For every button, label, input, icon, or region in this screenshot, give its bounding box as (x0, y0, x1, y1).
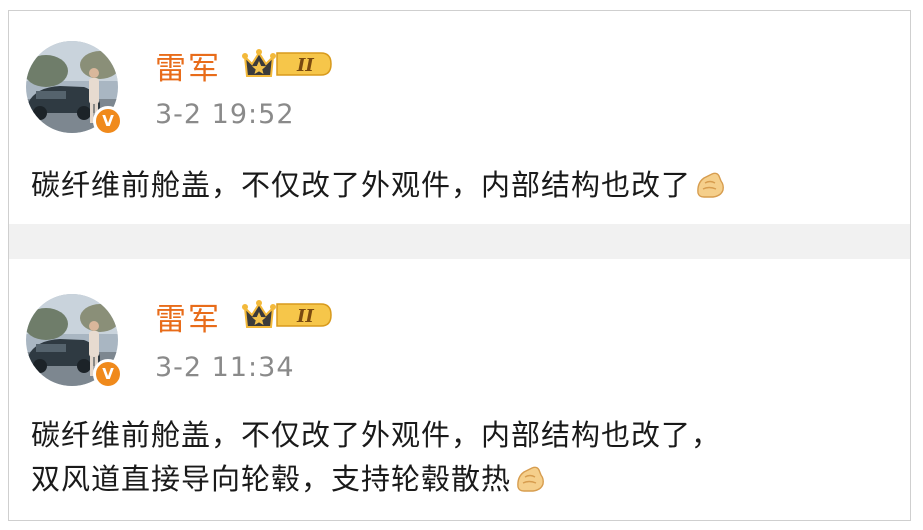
author-name[interactable]: 雷军 (155, 294, 221, 339)
pinching-hand-emoji-icon (695, 167, 727, 211)
verified-badge-icon: V (93, 106, 123, 136)
post-text-line: 碳纤维前舱盖，不仅改了外观件，内部结构也改了， (31, 418, 722, 452)
crown-level-badge-icon[interactable]: II (241, 47, 333, 81)
post-timestamp: 3-2 11:34 (155, 352, 295, 383)
post-text: 碳纤维前舱盖，不仅改了外观件，内部结构也改了 (31, 163, 900, 211)
crown-level-badge-icon[interactable]: II (241, 298, 333, 332)
post-text: 碳纤维前舱盖，不仅改了外观件，内部结构也改了， 双风道直接导向轮毂，支持轮毂散热 (31, 413, 900, 505)
verified-badge-icon: V (93, 359, 123, 389)
feed-divider (9, 224, 910, 259)
post-card[interactable]: V 雷军 II 3-2 11:34 碳纤维前舱盖，不仅改了外观件，内部结构也改了… (9, 259, 910, 520)
weibo-feed: V 雷军 II 3-2 19:52 碳纤维前舱盖，不仅改了外观件，内部结构也改了 (8, 10, 911, 521)
post-card[interactable]: V 雷军 II 3-2 19:52 碳纤维前舱盖，不仅改了外观件，内部结构也改了 (9, 11, 910, 224)
author-name[interactable]: 雷军 (155, 43, 221, 88)
pinching-hand-emoji-icon (515, 461, 547, 505)
post-timestamp: 3-2 19:52 (155, 99, 295, 130)
badge-level-text: II (296, 306, 314, 327)
post-text-line: 双风道直接导向轮毂，支持轮毂散热 (31, 462, 512, 496)
post-text-line: 碳纤维前舱盖，不仅改了外观件，内部结构也改了 (31, 168, 692, 202)
badge-level-text: II (296, 55, 314, 76)
